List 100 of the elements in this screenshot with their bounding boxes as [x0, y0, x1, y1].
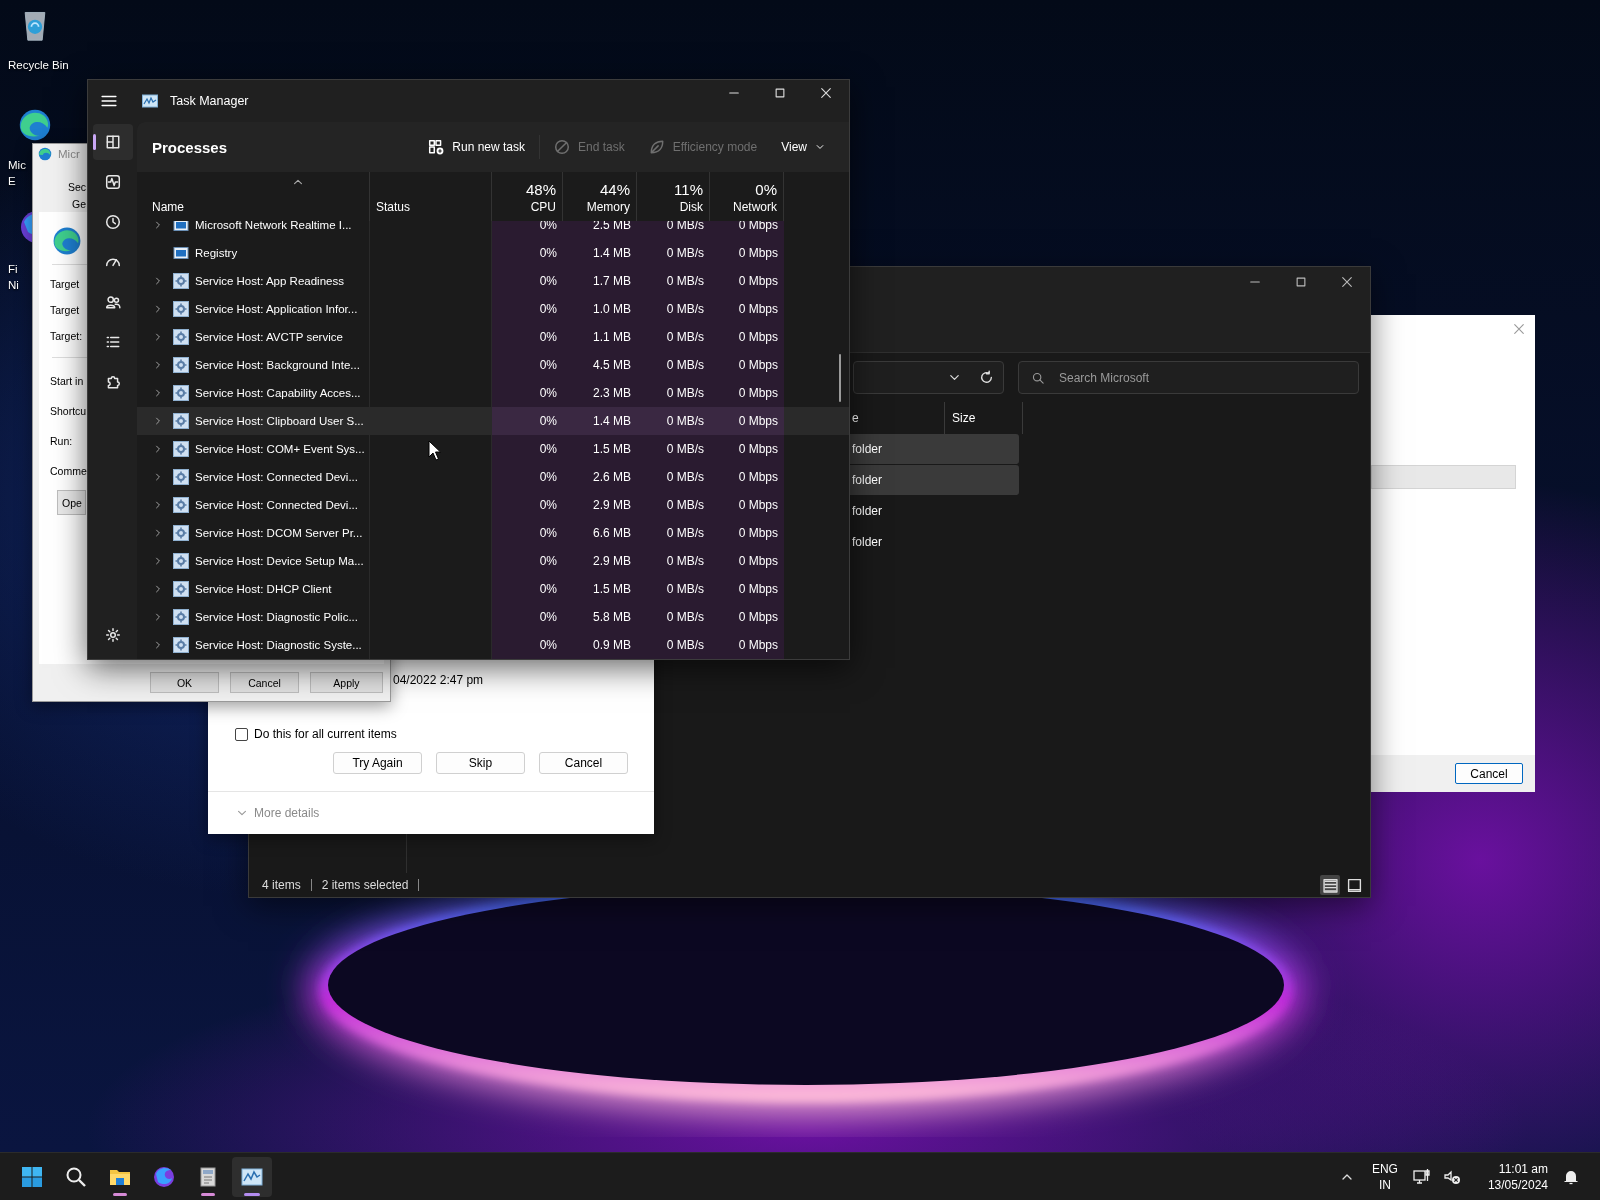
dialog-button[interactable]: Skip [436, 752, 525, 774]
app-icon[interactable] [18, 108, 52, 142]
column-header[interactable]: Disk [679, 200, 703, 214]
process-row[interactable]: Service Host: App Readiness 0% 1.7 MB 0 MB/s 0 Mbps [137, 267, 849, 295]
icon-label: Fi [7, 262, 18, 277]
table-cell: 0 MB/s [666, 302, 704, 316]
process-row[interactable]: Service Host: Connected Devi... 0% 2.9 MB 0 MB/s 0 Mbps [137, 491, 849, 519]
usage-value: 48% [525, 181, 556, 198]
column-header[interactable]: Status [376, 200, 485, 214]
close-icon [1341, 276, 1353, 288]
checkbox[interactable] [235, 727, 248, 741]
process-row[interactable]: Service Host: Diagnostic Polic... 0% 5.8 MB 0 MB/s 0 Mbps [137, 603, 849, 631]
process-row[interactable]: Service Host: Background Inte... 0% 4.5 MB 0 MB/s 0 Mbps [137, 351, 849, 379]
dialog-button[interactable]: Cancel [539, 752, 628, 774]
table-cell: 2.9 MB [593, 554, 631, 568]
table-cell-text: folder [851, 442, 884, 456]
close-icon[interactable] [1513, 323, 1525, 335]
table-cell: 0 Mbps [738, 638, 778, 652]
process-row[interactable]: Service Host: Connected Devi... 0% 2.6 MB 0 MB/s 0 Mbps [137, 463, 849, 491]
column-header[interactable]: CPU [530, 200, 556, 214]
field-label: Target [50, 277, 80, 292]
tab[interactable]: Sec [68, 178, 87, 195]
field-label: Target [50, 303, 80, 318]
process-row[interactable]: Microsoft Network Realtime I... 0% 2.5 MB 0 MB/s 0 Mbps [137, 221, 849, 239]
table-cell: 0% [539, 638, 557, 652]
process-name: Registry [195, 247, 238, 259]
usage-value: 11% [674, 181, 703, 198]
table-cell: 0 MB/s [666, 610, 704, 624]
process-row[interactable]: Service Host: Device Setup Ma... 0% 2.9 MB 0 MB/s 0 Mbps [137, 547, 849, 575]
refresh-icon[interactable] [979, 370, 994, 385]
taskbar-button[interactable] [232, 1156, 272, 1197]
toolbar-button[interactable]: Run new task [418, 133, 535, 161]
scroll-thumb[interactable] [839, 354, 841, 402]
close-icon [820, 87, 832, 99]
table-cell: 0 Mbps [738, 442, 778, 456]
icon-label: Recycle Bin [7, 58, 69, 73]
process-row[interactable]: Service Host: Capability Acces... 0% 2.3 MB 0 MB/s 0 Mbps [137, 379, 849, 407]
search-icon [1032, 372, 1044, 384]
dialog-button[interactable]: Cancel [230, 672, 299, 693]
more-details-button[interactable]: More details [236, 802, 320, 824]
table-cell: 0% [539, 330, 557, 344]
column-header[interactable]: Memory [586, 200, 630, 214]
tab[interactable]: Ge [68, 195, 86, 212]
process-row[interactable]: Service Host: DHCP Client 0% 1.5 MB 0 MB/s 0 Mbps [137, 575, 849, 603]
column-header[interactable]: Size [952, 411, 976, 425]
open-button[interactable]: Ope [57, 490, 86, 515]
table-cell: 0% [539, 526, 557, 540]
table-cell: 1.5 MB [593, 442, 631, 456]
table-cell: 0% [539, 442, 557, 456]
process-name: Service Host: Capability Acces... [195, 387, 361, 399]
clock-button[interactable]: 11:01 am 13/05/2024 [1483, 1156, 1552, 1197]
gear-icon [173, 357, 189, 373]
process-row[interactable]: Service Host: AVCTP service 0% 1.1 MB 0 MB/s 0 Mbps [137, 323, 849, 351]
table-cell: 0% [539, 470, 557, 484]
gear-icon [173, 329, 189, 345]
network-icon[interactable] [1411, 1166, 1432, 1187]
list-icon [105, 334, 121, 350]
grid-icon [105, 134, 121, 150]
field-label: Shortcu [50, 404, 87, 419]
app-icon [152, 1164, 176, 1189]
search-field[interactable]: Search Microsoft [1018, 361, 1359, 394]
dialog-button[interactable]: OK [150, 672, 219, 693]
view-menu-button[interactable]: View [771, 134, 835, 160]
table-cell: 0% [539, 386, 557, 400]
menu-icon[interactable] [101, 93, 117, 109]
puzzle-icon [105, 374, 121, 390]
process-row[interactable]: Service Host: Application Infor... 0% 1.0 MB 0 MB/s 0 Mbps [137, 295, 849, 323]
dialog-button[interactable]: Try Again [333, 752, 422, 774]
table-cell: 0% [539, 358, 557, 372]
cancel-button[interactable]: Cancel [1455, 763, 1523, 784]
table-cell: 1.4 MB [593, 246, 631, 260]
process-row[interactable]: Service Host: Clipboard User S... 0% 1.4 MB 0 MB/s 0 Mbps [137, 407, 849, 435]
list-row[interactable]: folder [846, 527, 1019, 557]
process-name: Service Host: App Readiness [195, 275, 344, 287]
table-cell: 1.1 MB [593, 330, 631, 344]
table-cell: 0% [539, 221, 557, 232]
dialog-button[interactable]: Apply [310, 672, 383, 693]
process-row[interactable]: Service Host: COM+ Event Sys... 0% 1.5 MB 0 MB/s 0 Mbps [137, 435, 849, 463]
table-cell: 0 MB/s [666, 386, 704, 400]
table-cell: 0 Mbps [738, 526, 778, 540]
process-row[interactable]: Registry 0% 1.4 MB 0 MB/s 0 Mbps [137, 239, 849, 267]
gear-icon [173, 553, 189, 569]
language-button[interactable]: ENG IN [1367, 1156, 1402, 1197]
column-header[interactable]: Name [152, 200, 363, 214]
view-button[interactable] [1320, 875, 1340, 895]
column-header[interactable]: Network [733, 200, 777, 214]
app-icon [38, 147, 52, 161]
nav-button[interactable] [93, 124, 133, 160]
window-title: Micr [58, 148, 80, 160]
list-row[interactable]: folder [846, 496, 1019, 526]
table-cell: 6.6 MB [593, 526, 631, 540]
process-row[interactable]: Service Host: DCOM Server Pr... 0% 6.6 MB 0 MB/s 0 Mbps [137, 519, 849, 547]
maximize-icon [1295, 276, 1307, 288]
column-header[interactable]: e [852, 411, 859, 425]
page-title: Processes [152, 138, 228, 156]
table-cell: 0% [539, 554, 557, 568]
address-field[interactable] [853, 361, 1004, 394]
process-row[interactable]: Service Host: Diagnostic Syste... 0% 0.9 MB 0 MB/s 0 Mbps [137, 631, 849, 659]
table-cell: 0 Mbps [738, 274, 778, 288]
table-cell: 0% [539, 610, 557, 624]
